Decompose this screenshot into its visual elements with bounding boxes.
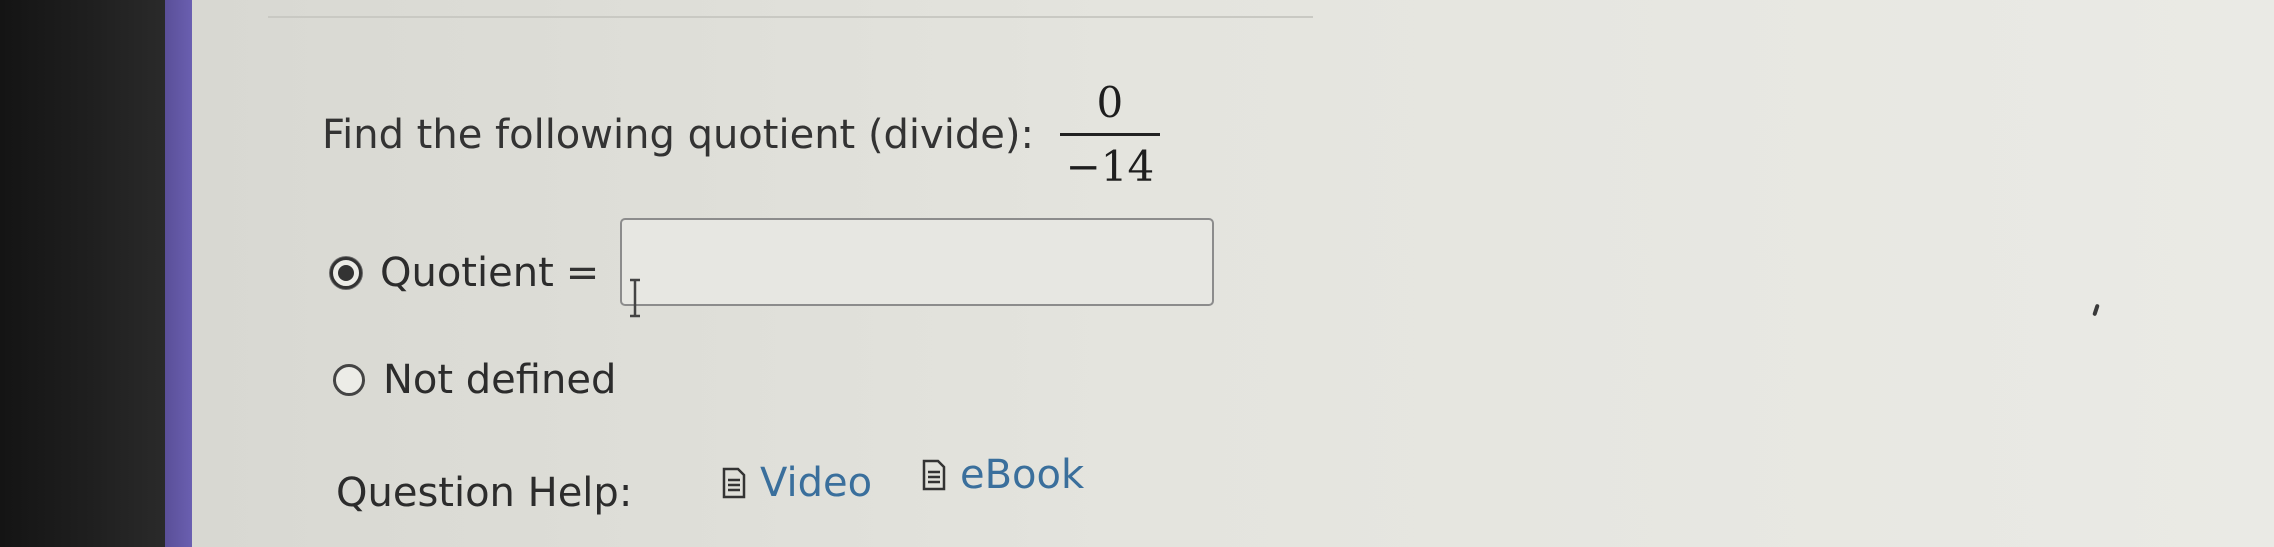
question-text: Find the following quotient (divide): 0 … xyxy=(322,78,1160,191)
quotient-radio[interactable] xyxy=(330,257,362,289)
fraction-numerator: 0 xyxy=(1096,78,1124,127)
left-accent-bar xyxy=(165,0,192,547)
quotient-answer-input[interactable] xyxy=(620,218,1214,306)
top-divider xyxy=(268,16,1313,18)
document-icon xyxy=(922,459,946,491)
not-defined-radio[interactable] xyxy=(333,364,365,396)
quotient-label: Quotient xyxy=(380,250,554,296)
left-dark-edge xyxy=(0,0,165,547)
not-defined-label: Not defined xyxy=(383,357,617,403)
ebook-help-link[interactable]: eBook xyxy=(922,452,1084,498)
text-cursor-icon xyxy=(630,278,640,318)
option-quotient[interactable]: Quotient = xyxy=(330,250,603,296)
question-help: Question Help: xyxy=(336,470,632,516)
question-prompt: Find the following quotient (divide): xyxy=(322,111,1034,158)
video-link-label[interactable]: Video xyxy=(760,460,872,506)
fraction: 0 −14 xyxy=(1059,78,1160,191)
fraction-denominator: −14 xyxy=(1065,142,1155,191)
document-icon xyxy=(722,467,746,499)
video-help-link[interactable]: Video xyxy=(722,460,872,506)
ebook-link-label[interactable]: eBook xyxy=(960,452,1084,498)
option-not-defined[interactable]: Not defined xyxy=(333,357,616,403)
question-help-label: Question Help: xyxy=(336,470,633,516)
equals-sign: = xyxy=(565,250,600,296)
radio-selected-dot xyxy=(338,265,354,281)
